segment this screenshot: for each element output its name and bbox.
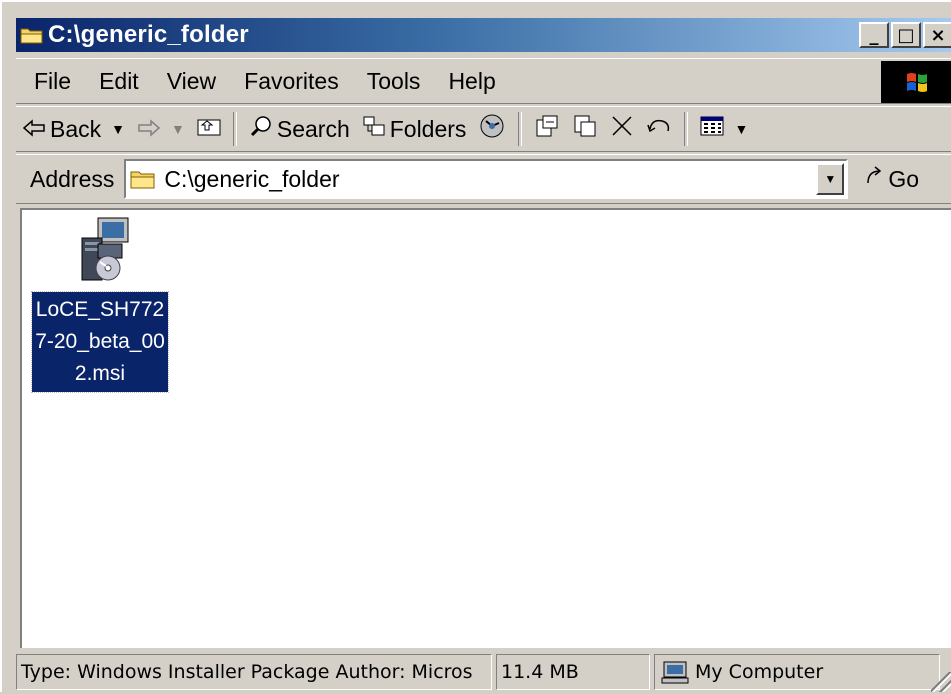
toolbar-separator: [518, 112, 523, 146]
forward-arrow-icon: [137, 116, 161, 143]
maximize-button[interactable]: □: [891, 22, 921, 48]
delete-icon: [610, 114, 634, 144]
address-folder-icon: [130, 168, 156, 190]
folder-icon: [20, 26, 44, 44]
explorer-window: C:\generic_folder _ □ × File Edit View F…: [0, 0, 951, 692]
views-dropdown-icon[interactable]: ▼: [734, 121, 748, 137]
history-icon: [478, 113, 506, 145]
menu-edit[interactable]: Edit: [85, 68, 153, 95]
undo-icon: [646, 115, 672, 143]
back-button[interactable]: Back ▼: [16, 116, 131, 143]
address-label: Address: [30, 165, 115, 192]
go-button[interactable]: Go: [864, 165, 919, 193]
search-label: Search: [276, 115, 350, 142]
standard-toolbar: Back ▼ ▼ Search Folders ▼: [16, 106, 951, 152]
folders-label: Folders: [389, 115, 467, 142]
back-dropdown-icon[interactable]: ▼: [111, 121, 125, 137]
minimize-icon: _: [869, 24, 879, 46]
address-field[interactable]: C:\generic_folder ▼: [124, 159, 849, 199]
status-zone-label: My Computer: [695, 661, 824, 683]
msi-installer-icon: [68, 216, 132, 284]
views-icon: [700, 115, 724, 143]
search-icon: [249, 114, 273, 144]
status-zone: My Computer: [654, 654, 940, 690]
status-bar: Type: Windows Installer Package Author: …: [16, 650, 951, 694]
file-name[interactable]: LoCE_SH7727-20_beta_002.msi: [31, 291, 169, 393]
copy-to-icon: [572, 114, 598, 144]
undo-button[interactable]: [640, 115, 678, 143]
file-item[interactable]: LoCE_SH7727-20_beta_002.msi: [30, 216, 170, 393]
search-button[interactable]: Search: [243, 114, 356, 144]
my-computer-icon: [661, 660, 689, 684]
address-dropdown-button[interactable]: ▼: [816, 163, 845, 195]
go-label: Go: [888, 165, 920, 192]
move-to-icon: [534, 114, 560, 144]
forward-dropdown-icon[interactable]: ▼: [171, 121, 185, 137]
history-button[interactable]: [472, 113, 512, 145]
minimize-button[interactable]: _: [859, 22, 889, 48]
resize-grip-icon[interactable]: [931, 672, 951, 692]
close-icon: ×: [930, 24, 946, 46]
menu-bar: File Edit View Favorites Tools Help: [16, 58, 951, 104]
folders-icon: [362, 115, 386, 143]
chevron-down-icon: ▼: [824, 172, 837, 186]
toolbar-separator: [684, 112, 689, 146]
move-to-button[interactable]: [528, 114, 566, 144]
title-bar[interactable]: C:\generic_folder _ □ ×: [16, 18, 951, 52]
up-folder-button[interactable]: [191, 116, 227, 143]
menu-tools[interactable]: Tools: [353, 68, 435, 95]
maximize-icon: □: [897, 24, 915, 46]
toolbar-separator: [232, 112, 237, 146]
window-title: C:\generic_folder: [48, 21, 249, 48]
views-button[interactable]: ▼: [694, 115, 754, 143]
menu-file[interactable]: File: [16, 68, 85, 95]
menu-help[interactable]: Help: [434, 68, 509, 95]
go-arrow-icon: [864, 165, 884, 193]
close-button[interactable]: ×: [923, 22, 951, 48]
file-list-view[interactable]: LoCE_SH7727-20_beta_002.msi: [20, 208, 951, 648]
menu-favorites[interactable]: Favorites: [230, 68, 353, 95]
delete-button[interactable]: [604, 114, 640, 144]
back-arrow-icon: [22, 116, 46, 143]
menu-view[interactable]: View: [153, 68, 230, 95]
status-description: Type: Windows Installer Package Author: …: [16, 654, 492, 690]
up-folder-icon: [197, 116, 221, 143]
address-value: C:\generic_folder: [164, 165, 340, 192]
address-bar: Address C:\generic_folder ▼ Go: [16, 154, 951, 204]
window-controls: _ □ ×: [859, 22, 951, 48]
back-label: Back: [50, 115, 102, 142]
status-size: 11.4 MB: [496, 654, 650, 690]
windows-logo-icon: [881, 61, 951, 103]
folders-button[interactable]: Folders: [356, 115, 473, 143]
copy-to-button[interactable]: [566, 114, 604, 144]
forward-button[interactable]: ▼: [131, 116, 191, 143]
